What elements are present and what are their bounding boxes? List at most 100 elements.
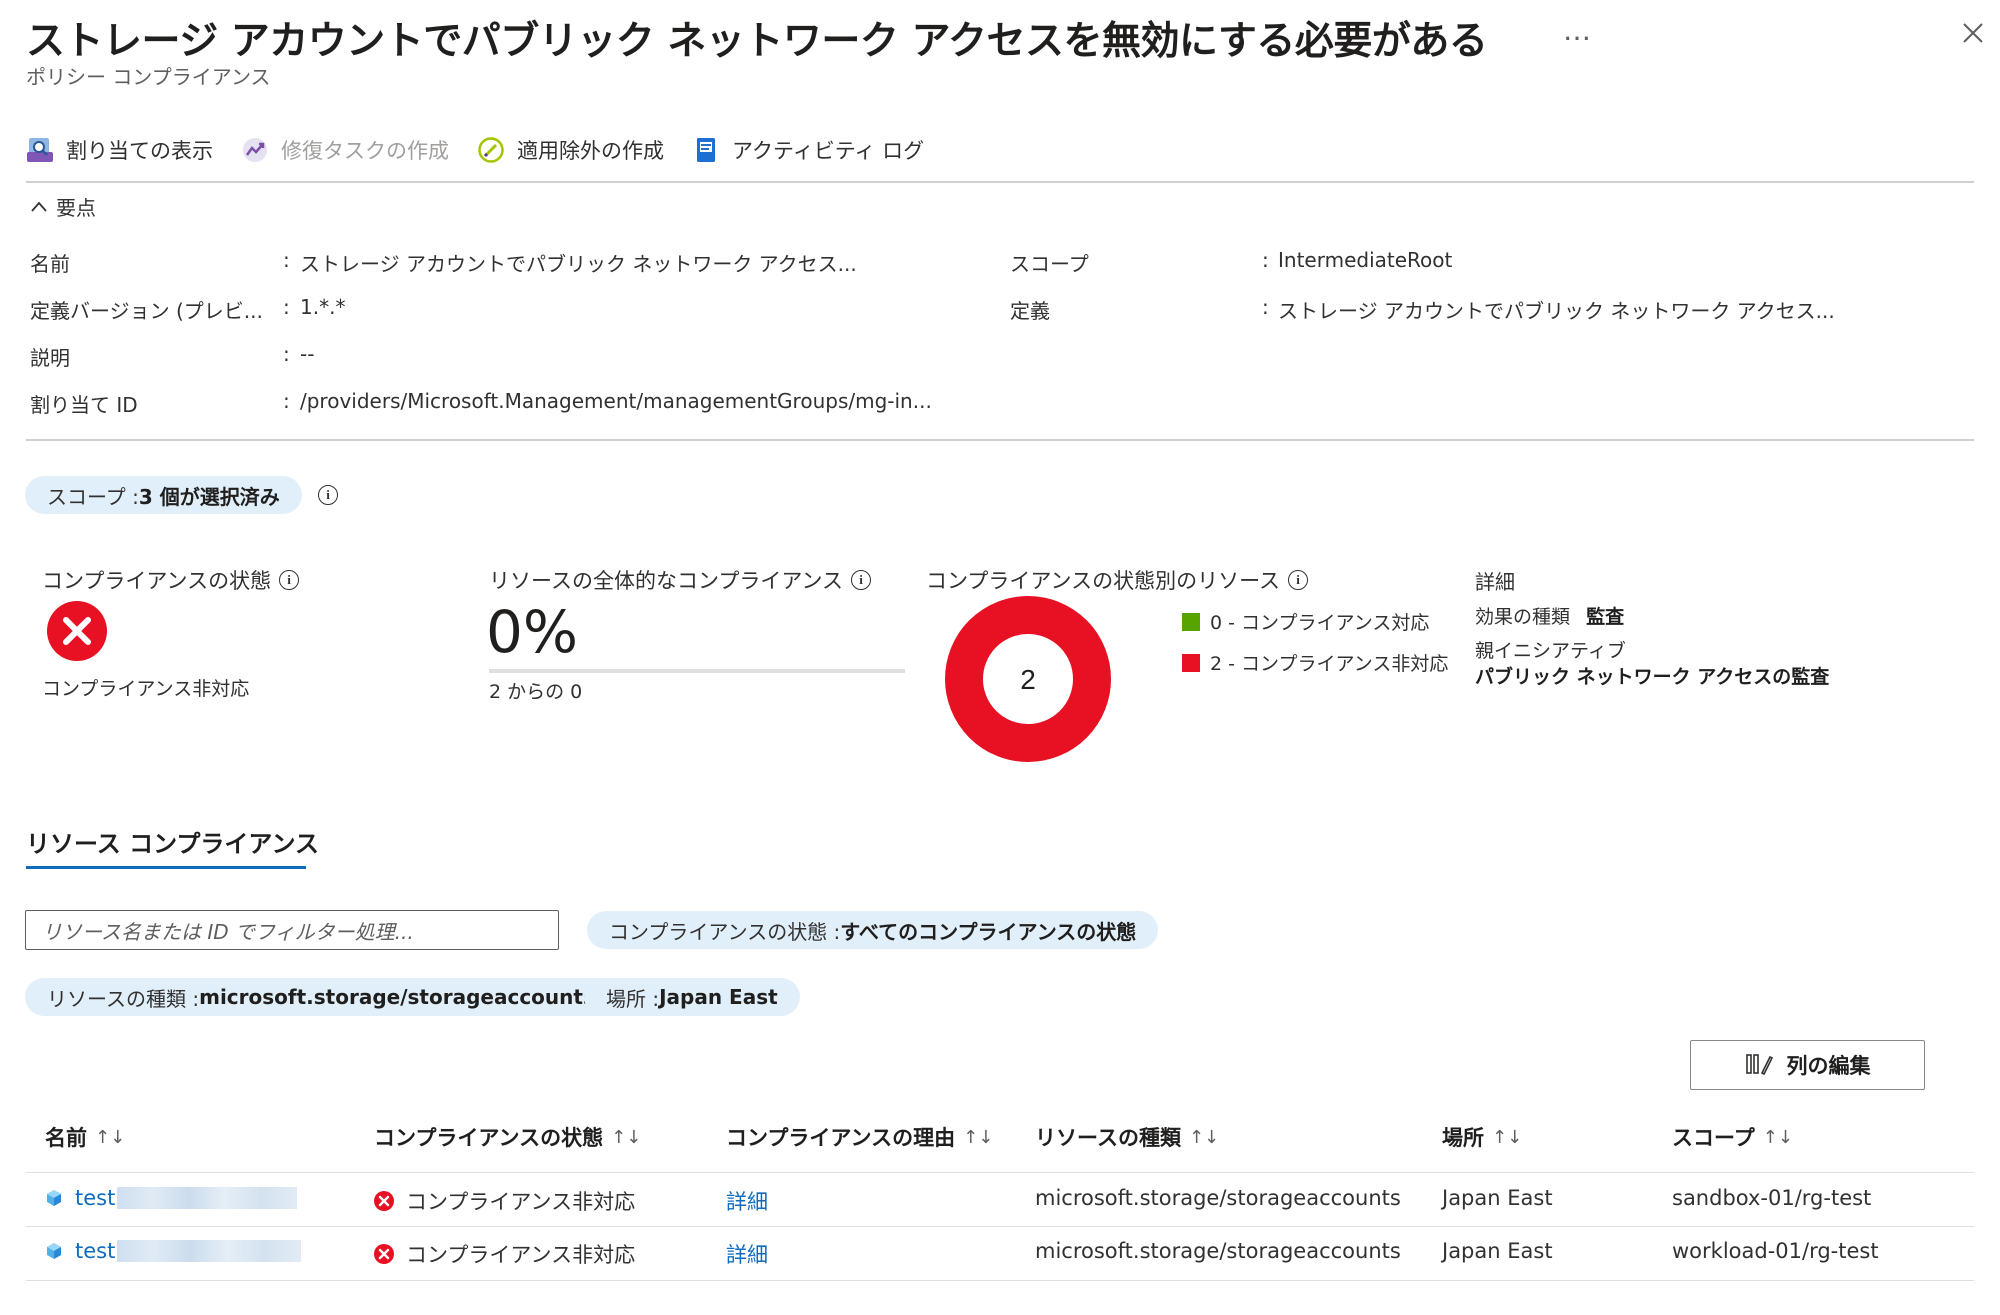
- tab-resource-compliance[interactable]: リソース コンプライアンス: [26, 824, 319, 859]
- resource-name-link[interactable]: test: [75, 1186, 115, 1210]
- exemption-icon: [478, 137, 504, 163]
- column-header-scope[interactable]: スコープ ↑↓: [1672, 1122, 1793, 1152]
- scope-pill-value: 3 個が選択済み: [138, 484, 280, 509]
- location-filter-pill[interactable]: 場所 : Japan East: [584, 978, 800, 1016]
- essentials-toggle-label: 要点: [56, 196, 96, 220]
- toolbar-divider: [26, 181, 1974, 183]
- resource-type-cell: microsoft.storage/storageaccounts: [1035, 1239, 1401, 1263]
- edit-columns-label: 列の編集: [1786, 1054, 1871, 1078]
- non-compliant-status-icon: [47, 601, 107, 661]
- essentials-label-definition: 定義: [1010, 299, 1050, 323]
- info-icon[interactable]: i: [851, 570, 872, 590]
- column-header-scope-label: スコープ: [1672, 1126, 1755, 1150]
- essentials-toggle[interactable]: 要点: [30, 192, 96, 221]
- type-filter-prefix: リソースの種類 :: [47, 986, 200, 1011]
- table-row-1-name[interactable]: test: [45, 1186, 298, 1210]
- info-icon[interactable]: i: [279, 570, 300, 590]
- activity-log-button[interactable]: アクティビティ ログ: [692, 135, 924, 165]
- effect-type-label: 効果の種類: [1475, 606, 1571, 628]
- chevron-up-icon: [31, 201, 47, 212]
- essentials-separator: :: [283, 248, 290, 272]
- info-icon[interactable]: i: [1288, 570, 1309, 590]
- edit-columns-icon: [1745, 1054, 1773, 1076]
- page-subtitle: ポリシー コンプライアンス: [26, 65, 271, 89]
- edit-columns-button[interactable]: 列の編集: [1690, 1040, 1925, 1090]
- sort-icon: ↑↓: [611, 1126, 642, 1148]
- column-header-compliance-reason-label: コンプライアンスの理由: [726, 1126, 956, 1150]
- resource-name-link[interactable]: test: [75, 1239, 115, 1263]
- legend-non-compliant-label: 2 - コンプライアンス非対応: [1210, 653, 1449, 675]
- overall-compliance-fraction: 2 からの 0: [489, 681, 583, 703]
- table-row-divider: [26, 1280, 1974, 1281]
- resources-by-state-title: コンプライアンスの状態別のリソース: [926, 569, 1281, 593]
- compliance-filter-prefix: コンプライアンスの状態 :: [609, 919, 841, 944]
- essentials-label-name: 名前: [30, 252, 70, 276]
- column-header-location-label: 場所: [1442, 1126, 1484, 1150]
- column-header-location[interactable]: 場所 ↑↓: [1442, 1122, 1522, 1152]
- essentials-value-name: ストレージ アカウントでパブリック ネットワーク アクセス...: [300, 252, 857, 276]
- sort-icon: ↑↓: [1762, 1126, 1793, 1148]
- resource-type-filter-pill[interactable]: リソースの種類 : microsoft.storage/storageaccou…: [25, 978, 617, 1016]
- essentials-separator: :: [283, 389, 290, 413]
- table-row-2-name[interactable]: test: [45, 1239, 302, 1263]
- activity-log-icon: [697, 138, 715, 162]
- parent-initiative-label: 親イニシアティブ: [1475, 640, 1626, 662]
- resource-filter-input[interactable]: リソース名または ID でフィルター処理...: [25, 910, 559, 950]
- location-cell: Japan East: [1442, 1239, 1553, 1263]
- column-header-resource-type[interactable]: リソースの種類 ↑↓: [1035, 1122, 1219, 1152]
- essentials-value-assignment-id: /providers/Microsoft.Management/manageme…: [300, 389, 932, 413]
- column-header-resource-type-label: リソースの種類: [1035, 1126, 1181, 1150]
- table-header-divider: [26, 1172, 1974, 1173]
- compliance-state-text: コンプライアンス非対応: [406, 1190, 636, 1214]
- create-exemption-label: 適用除外の作成: [517, 139, 664, 163]
- command-bar: 割り当ての表示 修復タスクの作成 適用除外の作成 アクティビティ ログ: [26, 132, 952, 168]
- compliance-state-filter-pill[interactable]: コンプライアンスの状態 : すべてのコンプライアンスの状態: [587, 911, 1159, 949]
- type-filter-value: microsoft.storage/storageaccounts: [199, 985, 595, 1009]
- compliance-state-status: コンプライアンス非対応: [42, 678, 250, 700]
- scope-filter-pill[interactable]: スコープ : 3 個が選択済み: [25, 476, 302, 514]
- essentials-value-definition[interactable]: ストレージ アカウントでパブリック ネットワーク アクセス...: [1278, 295, 1835, 324]
- details-title: 詳細: [1475, 570, 1515, 594]
- activity-log-label: アクティビティ ログ: [732, 139, 925, 163]
- storage-account-icon: [47, 1243, 61, 1259]
- essentials-separator: :: [283, 342, 290, 366]
- parent-initiative-value[interactable]: パブリック ネットワーク アクセスの監査: [1475, 662, 1829, 689]
- column-header-compliance-state[interactable]: コンプライアンスの状態 ↑↓: [374, 1122, 641, 1152]
- sort-icon: ↑↓: [963, 1126, 994, 1148]
- sort-icon: ↑↓: [1492, 1126, 1523, 1148]
- table-row-divider: [26, 1226, 1974, 1227]
- legend-non-compliant: 2 - コンプライアンス非対応: [1182, 649, 1448, 676]
- close-button[interactable]: [1958, 18, 1988, 48]
- resource-type-cell: microsoft.storage/storageaccounts: [1035, 1186, 1401, 1210]
- tab-active-indicator: [26, 866, 306, 869]
- more-options-button[interactable]: …: [1563, 14, 1592, 47]
- create-remediation-button[interactable]: 修復タスクの作成: [241, 135, 449, 165]
- view-assignment-label: 割り当ての表示: [66, 139, 213, 163]
- location-filter-value: Japan East: [659, 985, 778, 1009]
- legend-swatch-non-compliant: [1182, 653, 1200, 672]
- effect-type-row: 効果の種類 監査: [1475, 602, 1624, 629]
- essentials-divider: [26, 439, 1974, 441]
- view-assignment-button[interactable]: 割り当ての表示: [26, 135, 213, 165]
- create-exemption-button[interactable]: 適用除外の作成: [477, 135, 664, 165]
- compliance-reason-details-link[interactable]: 詳細: [726, 1239, 768, 1269]
- essentials-value-description: --: [300, 342, 315, 366]
- close-icon: [1963, 23, 1983, 43]
- column-header-compliance-reason[interactable]: コンプライアンスの理由 ↑↓: [726, 1122, 993, 1152]
- compliance-filter-value: すべてのコンプライアンスの状態: [840, 919, 1137, 944]
- donut-total: 2: [1020, 664, 1036, 695]
- column-header-name-label: 名前: [45, 1126, 87, 1150]
- overall-compliance-percent: 0%: [486, 598, 579, 666]
- location-filter-prefix: 場所 :: [606, 986, 660, 1011]
- legend-compliant-label: 0 - コンプライアンス対応: [1210, 612, 1430, 634]
- essentials-label-assignment-id: 割り当て ID: [30, 393, 138, 417]
- table-row-2-state: コンプライアンス非対応: [374, 1239, 635, 1269]
- compliance-reason-details-link[interactable]: 詳細: [726, 1186, 768, 1216]
- sort-icon: ↑↓: [95, 1126, 126, 1148]
- essentials-separator: :: [1262, 295, 1269, 319]
- scope-cell: workload-01/rg-test: [1672, 1239, 1879, 1263]
- essentials-value-scope: IntermediateRoot: [1278, 248, 1453, 272]
- sort-icon: ↑↓: [1188, 1126, 1220, 1148]
- info-icon[interactable]: i: [318, 485, 338, 505]
- column-header-name[interactable]: 名前 ↑↓: [45, 1122, 125, 1152]
